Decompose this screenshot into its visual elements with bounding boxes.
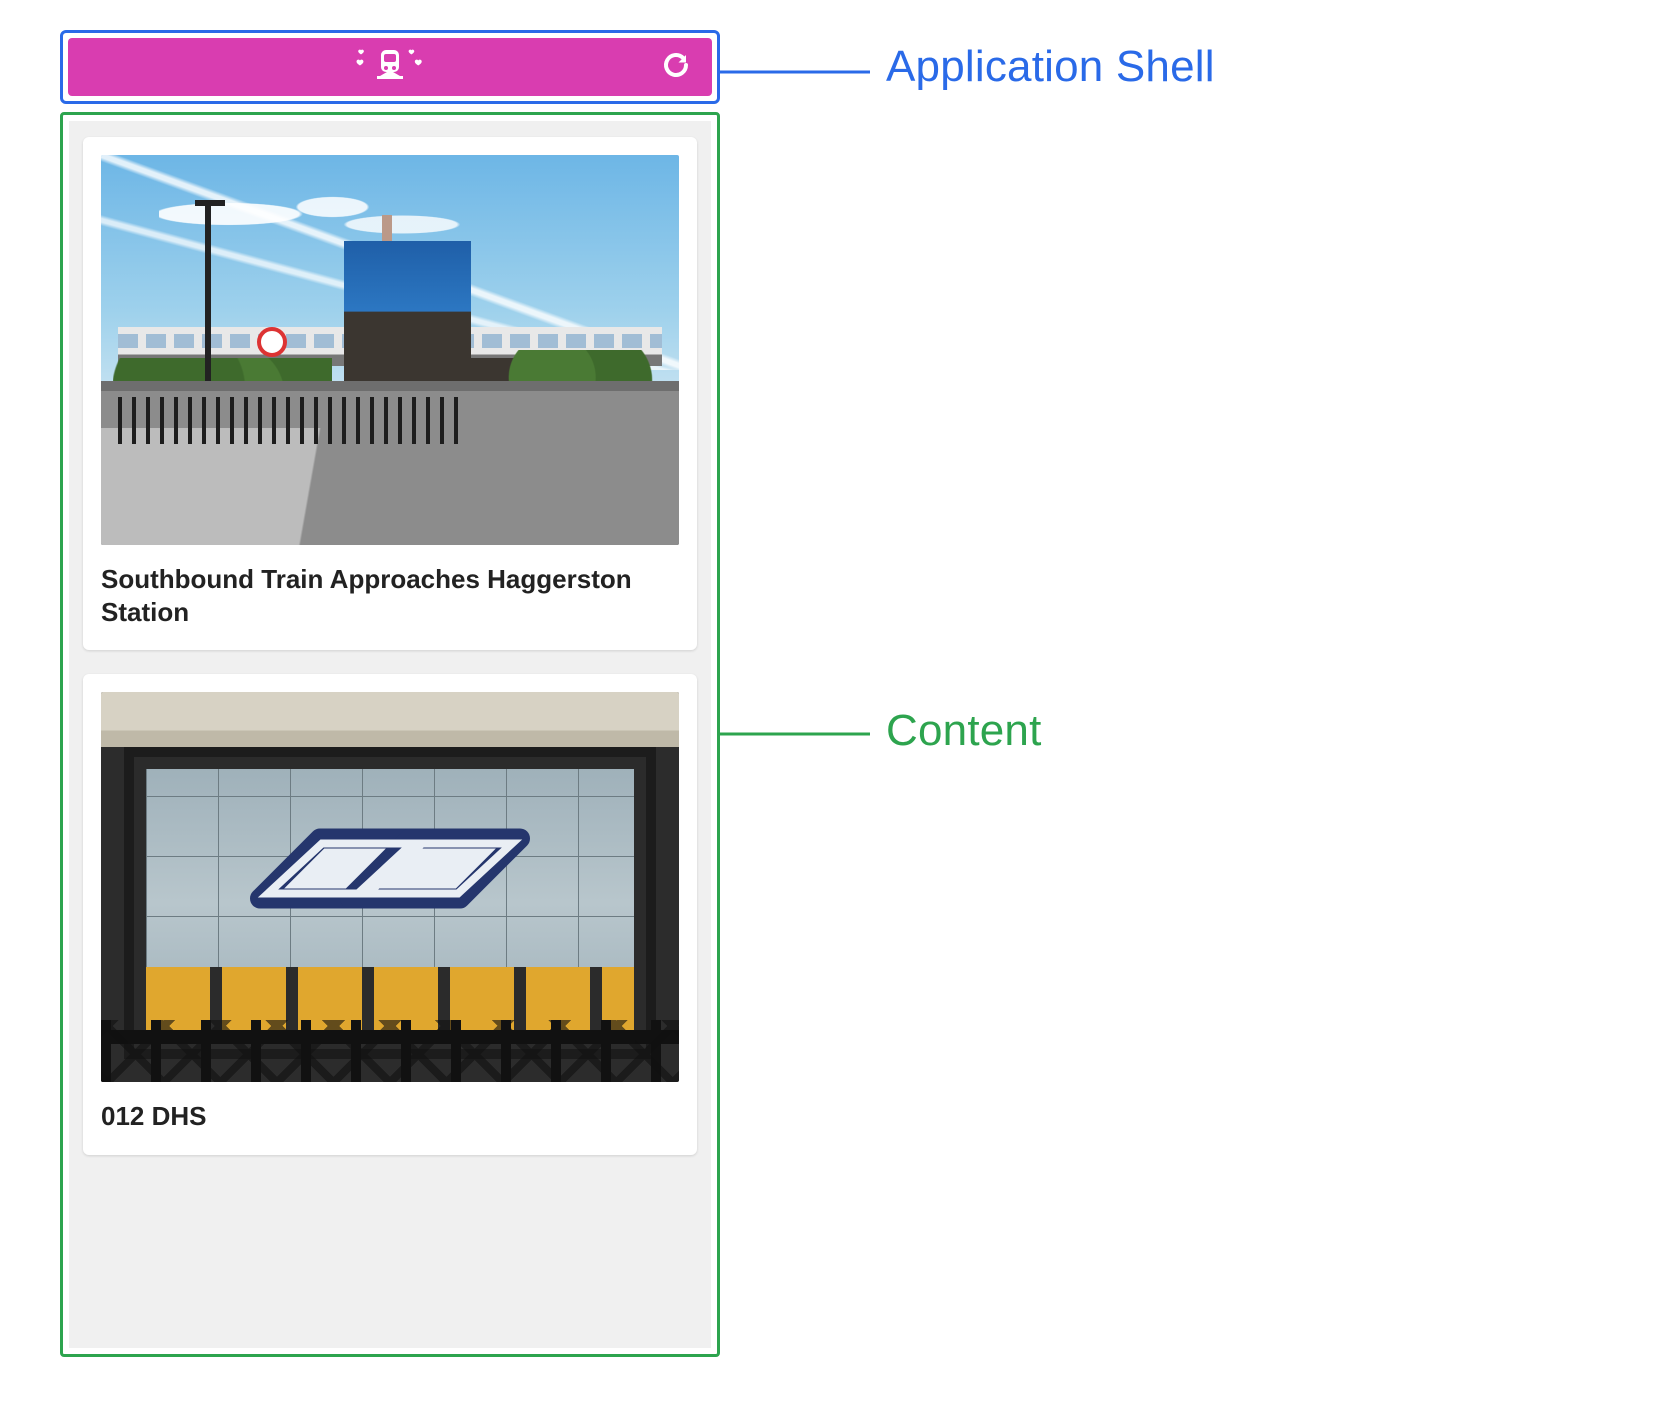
refresh-button[interactable] — [656, 47, 696, 87]
card-title: Southbound Train Approaches Haggerston S… — [101, 563, 679, 628]
app-logo — [351, 44, 429, 91]
content-region-outline: Southbound Train Approaches Haggerston S… — [60, 112, 720, 1357]
list-item[interactable]: Southbound Train Approaches Haggerston S… — [83, 137, 697, 650]
ns-logo-icon — [240, 794, 540, 949]
refresh-icon — [661, 50, 691, 85]
card-title: 012 DHS — [101, 1100, 679, 1133]
annotation-label-shell: Application Shell — [886, 42, 1215, 92]
app-bar — [68, 38, 712, 96]
list-item[interactable]: 012 DHS — [83, 674, 697, 1155]
annotation-label-content: Content — [886, 706, 1042, 756]
train-hearts-icon — [351, 44, 429, 91]
annotation-leader-shell — [720, 66, 870, 78]
annotation-leader-content — [720, 728, 870, 740]
content-scroll-area[interactable]: Southbound Train Approaches Haggerston S… — [69, 121, 711, 1348]
card-thumbnail — [101, 155, 679, 545]
card-thumbnail — [101, 692, 679, 1082]
